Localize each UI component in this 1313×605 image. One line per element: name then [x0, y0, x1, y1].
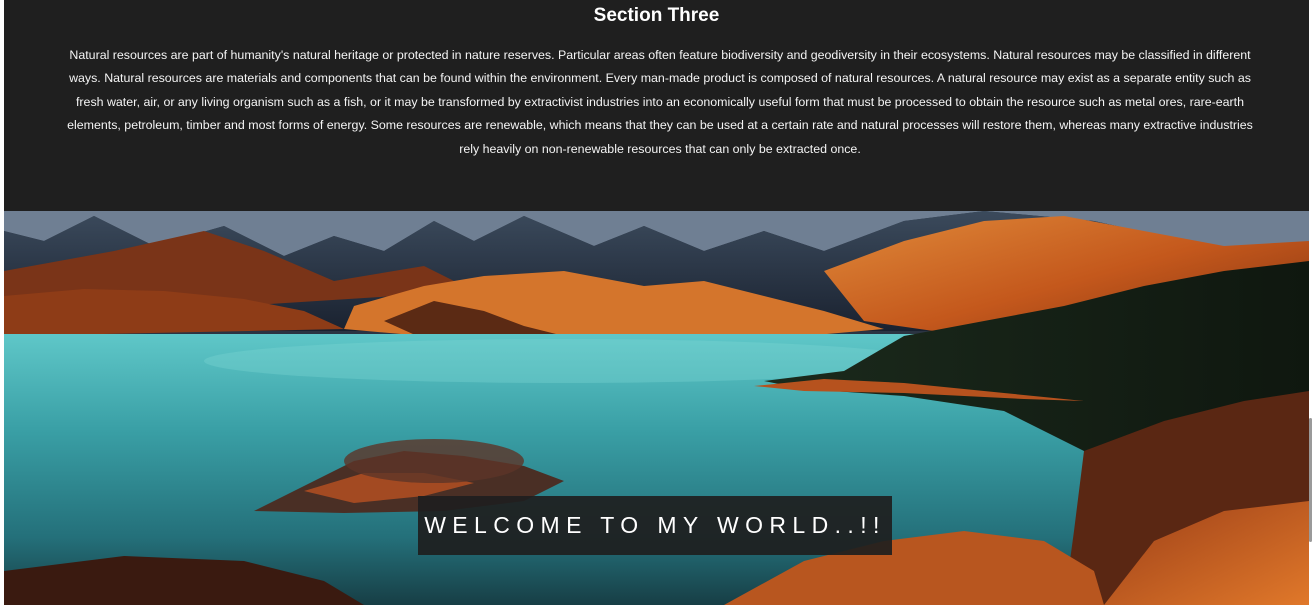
welcome-text: WELCOME TO MY WORLD..!! [424, 512, 886, 538]
welcome-banner: WELCOME TO MY WORLD..!! [418, 496, 892, 555]
page: Section Three Natural resources are part… [0, 0, 1313, 605]
section-paragraph: Natural resources are part of humanity's… [67, 48, 1253, 156]
hero-banner: WELCOME TO MY WORLD..!! [4, 211, 1309, 605]
scrollbar-thumb[interactable] [1309, 418, 1312, 542]
section-title: Section Three [593, 5, 720, 26]
section-three: Section Three Natural resources are part… [4, 0, 1309, 211]
